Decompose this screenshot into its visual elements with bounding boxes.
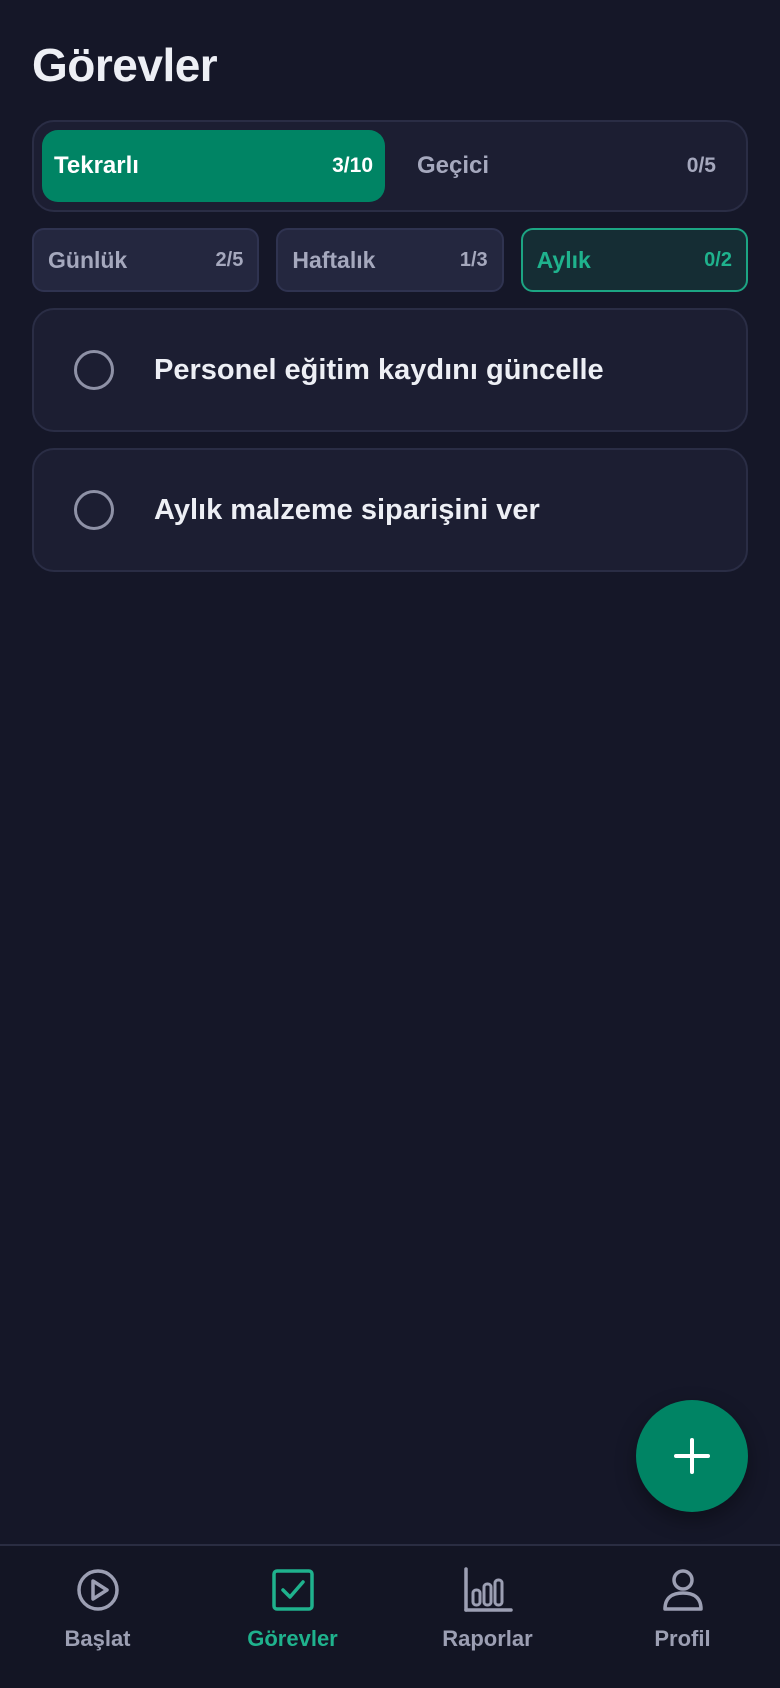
task-checkbox[interactable] xyxy=(74,490,114,530)
chip-count: 1/3 xyxy=(459,248,488,271)
add-task-button[interactable] xyxy=(636,1400,748,1512)
nav-item-start[interactable]: Başlat xyxy=(0,1546,195,1688)
nav-item-tasks[interactable]: Görevler xyxy=(195,1546,390,1688)
chip-daily[interactable]: Günlük 2/5 xyxy=(32,228,260,292)
plus-icon xyxy=(674,1438,710,1474)
page-title: Görevler xyxy=(32,39,218,91)
segment-count: 3/10 xyxy=(332,154,373,177)
task-item[interactable]: Personel eğitim kaydını güncelle xyxy=(32,308,748,432)
nav-label: Profil xyxy=(654,1626,711,1651)
bottom-nav: Başlat Görevler Raporlar Profil xyxy=(0,1544,780,1688)
task-list: Personel eğitim kaydını güncelle Aylık m… xyxy=(32,308,748,588)
segment-recurring[interactable]: Tekrarlı 3/10 xyxy=(42,130,385,202)
play-circle-icon xyxy=(76,1569,119,1611)
task-title: Aylık malzeme siparişini ver xyxy=(154,493,540,526)
task-type-segmented-control: Tekrarlı 3/10 Geçici 0/5 xyxy=(32,120,748,212)
task-title: Personel eğitim kaydını güncelle xyxy=(154,353,604,386)
segment-label: Tekrarlı xyxy=(54,152,139,179)
nav-label: Görevler xyxy=(247,1626,338,1651)
bar-chart-icon xyxy=(463,1567,513,1612)
chip-label: Aylık xyxy=(536,246,591,273)
chip-label: Günlük xyxy=(48,246,128,273)
segment-temporary[interactable]: Geçici 0/5 xyxy=(395,130,738,202)
nav-label: Raporlar xyxy=(442,1626,533,1651)
chip-monthly[interactable]: Aylık 0/2 xyxy=(520,228,748,292)
task-checkbox[interactable] xyxy=(74,350,114,390)
period-filter: Günlük 2/5 Haftalık 1/3 Aylık 0/2 xyxy=(32,228,748,292)
nav-item-reports[interactable]: Raporlar xyxy=(390,1546,585,1688)
segment-count: 0/5 xyxy=(686,154,716,177)
person-icon xyxy=(662,1569,703,1611)
nav-label: Başlat xyxy=(64,1626,131,1651)
checkbox-icon xyxy=(271,1569,314,1611)
chip-count: 2/5 xyxy=(215,248,244,271)
chip-count: 0/2 xyxy=(704,248,732,271)
chip-label: Haftalık xyxy=(292,246,376,273)
nav-item-profile[interactable]: Profil xyxy=(585,1546,780,1688)
segment-label: Geçici xyxy=(417,152,490,179)
task-item[interactable]: Aylık malzeme siparişini ver xyxy=(32,448,748,572)
chip-weekly[interactable]: Haftalık 1/3 xyxy=(276,228,504,292)
